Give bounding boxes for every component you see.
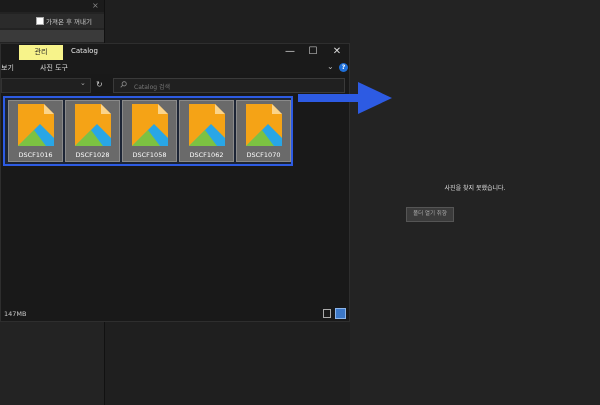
left-panel-bar [0,30,104,42]
close-button[interactable]: ✕ [330,46,344,57]
right-panel [350,0,600,405]
ribbon: 보기 사진 도구 ⌄ ? [1,61,349,74]
file-name: DSCF1028 [75,151,110,159]
left-panel-header [0,0,104,12]
maximize-button[interactable]: ☐ [306,46,320,57]
file-thumbnail[interactable]: DSCF1028 [65,100,120,162]
eject-option-label: 가져온 후 꺼내기 [46,18,92,26]
status-bar: 147MB [1,307,349,321]
tab-picture-tools[interactable]: 사진 도구 [40,63,68,73]
address-bar[interactable]: ⌄ [1,78,91,93]
image-file-icon [18,104,54,146]
image-file-icon [246,104,282,146]
minimize-button[interactable]: — [283,46,297,57]
chevron-down-icon[interactable]: ⌄ [80,79,86,87]
file-thumbnail[interactable]: DSCF1070 [236,100,291,162]
ribbon-expand-icon[interactable]: ⌄ [327,62,334,71]
file-thumbnail[interactable]: DSCF1062 [179,100,234,162]
file-name: DSCF1070 [246,151,281,159]
drag-arrow-icon [298,82,392,114]
window-title: Catalog [71,47,98,55]
details-view-icon[interactable] [323,309,331,318]
selected-files-group[interactable]: DSCF1016 DSCF1028 DSCF1058 DSCF1062 DSCF… [3,96,293,166]
tab-view[interactable]: 보기 [1,63,14,73]
title-bar: 관리 Catalog — ☐ ✕ [1,44,349,61]
file-name: DSCF1062 [189,151,224,159]
status-size: 147MB [4,310,27,318]
image-file-icon [75,104,111,146]
file-thumbnail[interactable]: DSCF1058 [122,100,177,162]
file-name: DSCF1058 [132,151,167,159]
panel-close-icon[interactable]: × [92,1,99,10]
large-icons-view-icon[interactable] [335,308,346,319]
no-photos-message: 사진을 찾지 못했습니다. [444,185,506,192]
image-file-icon [132,104,168,146]
search-icon [120,81,127,88]
help-icon[interactable]: ? [339,63,348,72]
file-name: DSCF1016 [18,151,53,159]
eject-checkbox[interactable] [36,17,44,25]
tab-manage[interactable]: 관리 [19,45,63,60]
eject-after-import-option[interactable]: 가져온 후 꺼내기 [0,14,104,28]
image-file-icon [189,104,225,146]
file-thumbnail[interactable]: DSCF1016 [8,100,63,162]
refresh-icon[interactable]: ↻ [96,80,103,89]
open-folder-button[interactable]: 폴더 열기 취향 [406,207,454,222]
search-placeholder: Catalog 검색 [134,84,170,91]
